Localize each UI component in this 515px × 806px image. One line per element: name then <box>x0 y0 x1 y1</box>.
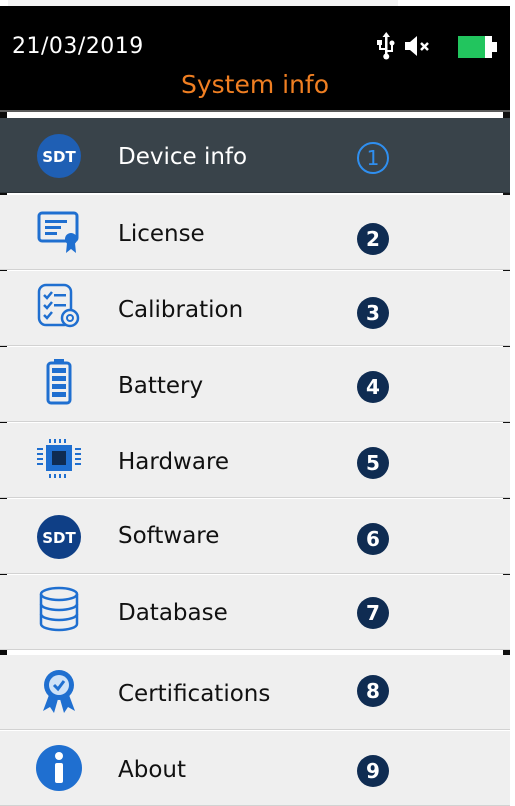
menu-item-database[interactable]: Database 7 <box>0 575 510 650</box>
svg-text:SDT: SDT <box>42 529 76 547</box>
menu-item-about[interactable]: About 9 <box>0 731 510 806</box>
header-bar: 21/03/2019 System info <box>0 6 510 112</box>
menu-item-label: Hardware <box>118 449 230 475</box>
sdt-logo-icon: SDT <box>37 134 81 178</box>
calibration-checklist-icon <box>37 283 80 328</box>
menu-item-label: License <box>118 221 205 247</box>
item-number-badge: 3 <box>357 297 389 329</box>
speaker-muted-icon <box>405 36 429 56</box>
item-number-badge: 8 <box>357 675 389 707</box>
menu-item-label: Certifications <box>118 681 271 707</box>
item-number-badge: 6 <box>357 523 389 555</box>
menu-item-battery[interactable]: Battery 4 <box>0 347 510 422</box>
item-number-badge: 9 <box>357 755 389 787</box>
device-screen: 21/03/2019 System info SDT Device info 1… <box>0 0 515 806</box>
menu-item-device-info[interactable]: SDT Device info 1 <box>0 118 510 193</box>
menu-item-calibration[interactable]: Calibration 3 <box>0 271 510 346</box>
menu-item-hardware[interactable]: Hardware 5 <box>0 423 510 498</box>
usb-icon <box>377 32 395 60</box>
license-certificate-icon <box>37 211 79 253</box>
sdt-logo-icon: SDT <box>37 515 81 559</box>
menu-item-license[interactable]: License 2 <box>0 195 510 270</box>
battery-icon <box>458 36 497 58</box>
item-number-badge: 5 <box>357 447 389 479</box>
menu-item-certifications[interactable]: Certifications 8 <box>0 655 510 730</box>
award-badge-icon <box>43 670 75 713</box>
date-display: 21/03/2019 <box>12 34 144 59</box>
menu-item-label: About <box>118 757 187 783</box>
database-icon <box>39 586 79 632</box>
chip-icon <box>37 439 81 478</box>
info-icon <box>36 745 82 791</box>
item-number-badge: 7 <box>357 597 389 629</box>
page-title: System info <box>180 70 330 99</box>
header-divider <box>0 110 510 112</box>
menu-item-label: Calibration <box>118 297 244 323</box>
menu-item-label: Software <box>118 523 220 549</box>
menu-item-label: Battery <box>118 373 204 399</box>
item-number-badge: 1 <box>357 142 389 174</box>
svg-text:SDT: SDT <box>42 148 76 166</box>
menu-item-label: Database <box>118 600 228 626</box>
item-number-badge: 4 <box>357 371 389 403</box>
menu-item-software[interactable]: SDT Software 6 <box>0 499 510 574</box>
item-number-badge: 2 <box>357 223 389 255</box>
battery-level-icon <box>46 359 72 405</box>
menu-item-label: Device info <box>118 144 248 170</box>
